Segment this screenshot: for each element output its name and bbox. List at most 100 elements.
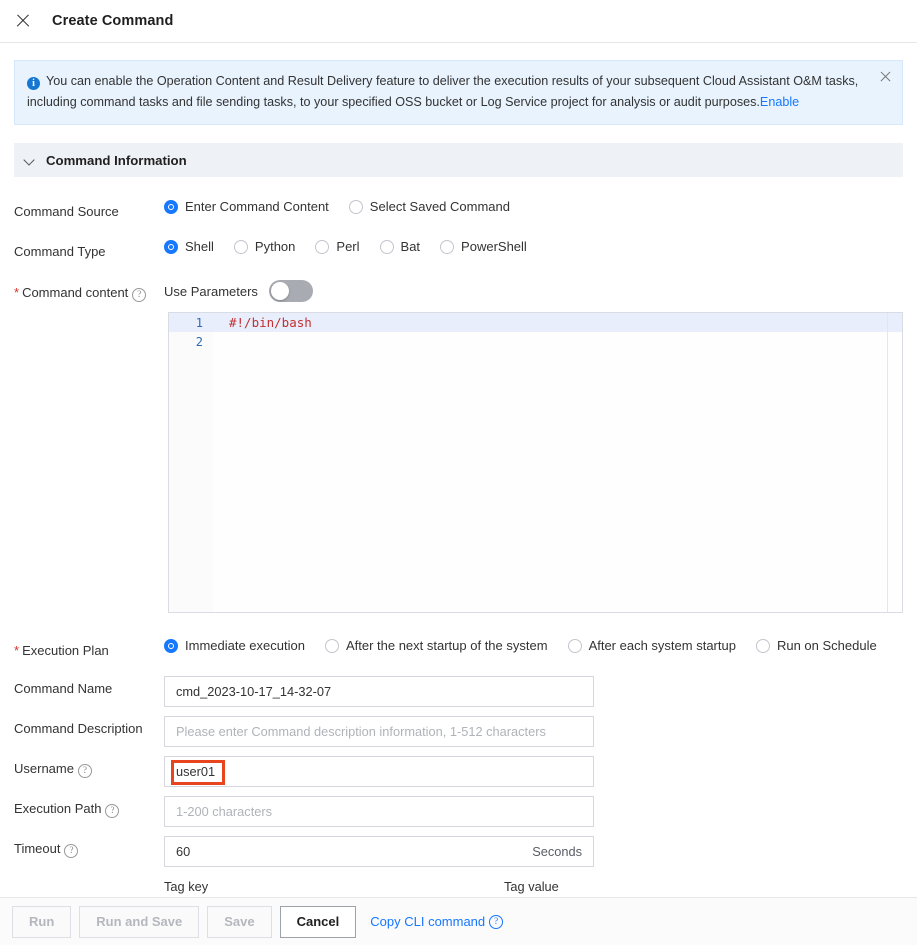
radio-dot-icon (379, 239, 394, 254)
row-command-name: Command Name cmd_2023-10-17_14-32-07 (14, 676, 903, 707)
editor-minimap-divider (887, 313, 888, 612)
question-mark-icon[interactable]: ? (105, 804, 120, 818)
editor-line[interactable]: 2 (169, 332, 902, 351)
label-command-content: * Command content? (14, 280, 164, 302)
editor-line[interactable]: 1 #!/bin/bash (169, 313, 902, 332)
radio-dot-icon (755, 638, 770, 653)
question-mark-icon[interactable]: ? (77, 764, 92, 778)
field-timeout: 60 Seconds (164, 836, 903, 867)
close-icon[interactable] (13, 11, 33, 31)
label-text: Execution Path (14, 801, 102, 816)
label-execution-plan: * Execution Plan (14, 638, 164, 660)
radio-after-next-startup[interactable]: After the next startup of the system (324, 638, 548, 653)
toggle-knob (270, 282, 289, 300)
label-username: Username? (14, 756, 164, 778)
row-command-content: * Command content? Use Parameters (14, 280, 903, 302)
radio-label: Enter Command Content (185, 199, 329, 214)
label-timeout: Timeout? (14, 836, 164, 858)
label-command-type: Command Type (14, 244, 106, 259)
radio-dot-icon (567, 638, 582, 653)
radio-dot-icon (315, 239, 330, 254)
radio-shell[interactable]: Shell (164, 239, 214, 254)
command-content-editor[interactable]: 1 #!/bin/bash 2 (168, 312, 903, 613)
radio-dot-icon (348, 199, 363, 214)
row-username: Username? user01 (14, 756, 903, 787)
timeout-value: 60 (176, 844, 191, 859)
label-command-description: Command Description (14, 721, 143, 736)
label-command-source: Command Source (14, 204, 119, 219)
info-banner-text: You can enable the Operation Content and… (27, 74, 859, 109)
tag-column-headers: Tag key Tag value (164, 879, 903, 894)
editor-line-number: 2 (195, 334, 203, 349)
info-banner: i You can enable the Operation Content an… (14, 60, 903, 125)
run-and-save-button[interactable]: Run and Save (79, 905, 200, 938)
save-button[interactable]: Save (207, 905, 272, 938)
execution-path-input[interactable]: 1-200 characters (164, 796, 594, 827)
command-description-input[interactable]: Please enter Command description informa… (164, 716, 594, 747)
radio-group-command-type: Shell Python Perl Bat PowerShell (164, 239, 903, 254)
tag-key-header: Tag key (164, 879, 209, 894)
radio-python[interactable]: Python (233, 239, 296, 254)
label-text: Execution Plan (22, 643, 109, 658)
field-execution-path: 1-200 characters (164, 796, 903, 827)
editor-line-number: 1 (195, 315, 203, 330)
cancel-button[interactable]: Cancel (279, 905, 357, 938)
required-marker: * (14, 285, 20, 300)
radio-dot-icon (164, 239, 178, 254)
radio-label: Bat (400, 239, 421, 254)
use-parameters-row: Use Parameters (164, 280, 903, 302)
label-text: Timeout (14, 841, 61, 856)
radio-run-on-schedule[interactable]: Run on Schedule (755, 638, 877, 653)
radio-immediate-execution[interactable]: Immediate execution (164, 638, 305, 653)
radio-group-execution-plan: Immediate execution After the next start… (164, 638, 903, 653)
question-mark-icon[interactable]: ? (132, 288, 147, 302)
banner-close-icon[interactable] (879, 70, 892, 83)
username-value: user01 (176, 764, 216, 779)
radio-dot-icon (440, 239, 455, 254)
execution-path-placeholder: 1-200 characters (176, 804, 273, 819)
radio-label: Shell (185, 239, 214, 254)
radio-bat[interactable]: Bat (379, 239, 421, 254)
radio-label: Perl (336, 239, 360, 254)
run-button[interactable]: Run (12, 905, 72, 938)
timeout-input[interactable]: 60 Seconds (164, 836, 594, 867)
radio-label: After each system startup (588, 638, 736, 653)
chevron-down-icon (24, 154, 36, 166)
dialog-body: i You can enable the Operation Content an… (0, 60, 917, 911)
radio-group-command-source: Enter Command Content Select Saved Comma… (164, 199, 903, 214)
copy-cli-command-label: Copy CLI command (370, 914, 486, 929)
radio-label: Run on Schedule (776, 638, 877, 653)
radio-dot-icon (233, 239, 248, 254)
label-text: Command content (22, 285, 129, 300)
field-username: user01 (164, 756, 903, 787)
field-execution-plan: Immediate execution After the next start… (164, 638, 903, 653)
section-header-command-information[interactable]: Command Information (14, 143, 903, 177)
row-execution-plan: * Execution Plan Immediate execution Afte… (14, 638, 903, 660)
radio-perl[interactable]: Perl (315, 239, 360, 254)
command-form: Command Source Enter Command Content Sel… (0, 199, 917, 911)
field-command-type: Shell Python Perl Bat PowerShell (164, 239, 903, 254)
row-command-description: Command Description Please enter Command… (14, 716, 903, 747)
enable-link[interactable]: Enable (760, 95, 799, 109)
command-name-input[interactable]: cmd_2023-10-17_14-32-07 (164, 676, 594, 707)
question-mark-icon[interactable]: ? (64, 844, 79, 858)
dialog-titlebar: Create Command (0, 0, 917, 43)
radio-select-saved-command[interactable]: Select Saved Command (348, 199, 510, 214)
page-title: Create Command (52, 13, 174, 29)
row-timeout: Timeout? 60 Seconds (14, 836, 903, 867)
command-description-placeholder: Please enter Command description informa… (176, 724, 546, 739)
radio-enter-command-content[interactable]: Enter Command Content (164, 199, 329, 214)
radio-label: Python (254, 239, 296, 254)
field-command-content: Use Parameters (164, 280, 903, 302)
copy-cli-command-link[interactable]: Copy CLI command ? (370, 914, 504, 929)
question-mark-icon[interactable]: ? (489, 914, 504, 929)
use-parameters-toggle[interactable] (268, 280, 313, 302)
command-name-value: cmd_2023-10-17_14-32-07 (176, 684, 332, 699)
radio-after-each-startup[interactable]: After each system startup (567, 638, 736, 653)
radio-label: Immediate execution (185, 638, 305, 653)
username-input[interactable]: user01 (164, 756, 594, 787)
radio-powershell[interactable]: PowerShell (440, 239, 527, 254)
radio-dot-icon (324, 638, 339, 653)
row-command-source: Command Source Enter Command Content Sel… (14, 199, 903, 221)
editor-line-text: #!/bin/bash (229, 315, 312, 330)
